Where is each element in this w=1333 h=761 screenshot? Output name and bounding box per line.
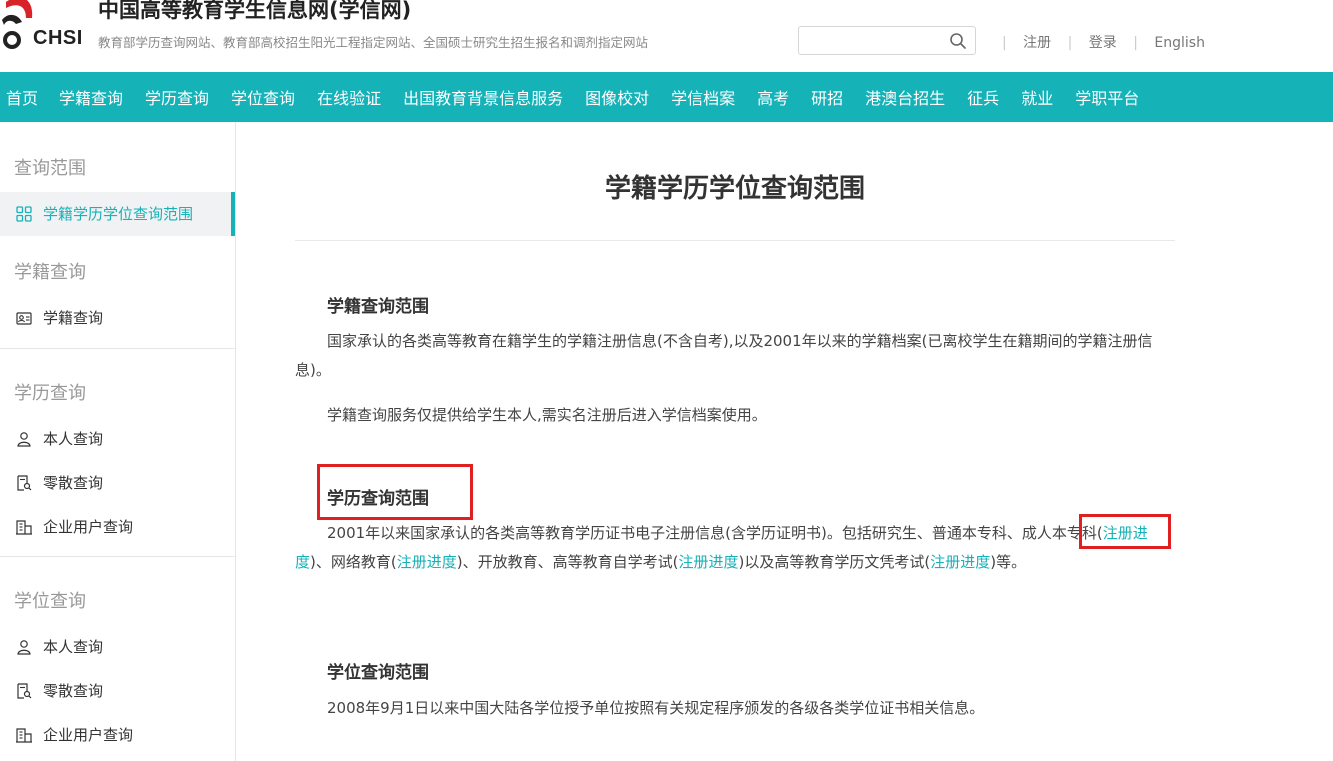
sidebar-group-scope: 查询范围 学籍学历学位查询范围 (0, 122, 235, 236)
paragraph-text: 2001年以来国家承认的各类高等教育学历证书电子注册信息(含学历证明书)。包括研… (327, 524, 1022, 542)
sidebar: 查询范围 学籍学历学位查询范围 学籍查询 学籍查询 学历查询 本人查询 零散查询… (0, 122, 236, 761)
registration-progress-link[interactable]: 注册进度 (397, 553, 457, 571)
logo-text: CHSI (33, 27, 83, 49)
section-title: 学位查询范围 (327, 663, 429, 683)
page-title: 学籍学历学位查询范围 (604, 174, 865, 204)
nav-item-student-status[interactable]: 学籍查询 (59, 85, 123, 109)
grid-icon (16, 206, 32, 222)
nav-item-archive[interactable]: 学信档案 (671, 85, 735, 109)
sidebar-item-scattered-query[interactable]: 零散查询 (0, 669, 235, 713)
divider: | (1067, 35, 1073, 51)
section-degree-cert: 2001年以来国家承认的各类高等教育学历证书电子注册信息(含学历证明书)。包括研… (295, 519, 1175, 577)
section-student-status: 国家承认的各类高等教育在籍学生的学籍注册信息(不含自考),以及2001年以来的学… (295, 327, 1175, 430)
site-header: CHSI 中国高等教育学生信息网(学信网) 教育部学历查询网站、教育部高校招生阳… (0, 0, 1333, 72)
registration-progress-link[interactable]: 注册进度 (930, 553, 990, 571)
paragraph: 学籍查询服务仅提供给学生本人,需实名注册后进入学信档案使用。 (327, 406, 767, 424)
nav-item-overseas-service[interactable]: 出国教育背景信息服务 (403, 85, 563, 109)
search-input[interactable] (805, 28, 949, 55)
sidebar-group-degree-cert: 学历查询 本人查询 零散查询 企业用户查询 (0, 349, 235, 557)
nav-item-image-check[interactable]: 图像校对 (585, 85, 649, 109)
nav-item-online-verification[interactable]: 在线验证 (317, 85, 381, 109)
nav-item-conscription[interactable]: 征兵 (967, 85, 999, 109)
nav-item-home[interactable]: 首页 (6, 85, 38, 109)
section-title: 学籍查询范围 (327, 297, 429, 317)
building-icon (16, 728, 32, 743)
main-nav: 首页 学籍查询 学历查询 学位查询 在线验证 出国教育背景信息服务 图像校对 学… (0, 72, 1333, 122)
search-icon[interactable] (949, 32, 967, 50)
nav-item-career-platform[interactable]: 学职平台 (1075, 85, 1139, 109)
paragraph-text: )、开放教育、高等教育自学考试( (456, 553, 679, 571)
site-subtitle: 教育部学历查询网站、教育部高校招生阳光工程指定网站、全国硕士研究生招生报名和调剂… (98, 35, 649, 50)
user-icon (17, 640, 31, 655)
nav-item-yanzhao[interactable]: 研招 (811, 85, 843, 109)
building-icon (16, 520, 32, 535)
sidebar-item-label: 学籍查询 (43, 309, 104, 327)
divider (295, 240, 1175, 241)
paragraph-text: )等。 (990, 553, 1027, 571)
sidebar-group-academic-degree: 学位查询 本人查询 零散查询 企业用户查询 (0, 557, 235, 757)
paragraph: 2001年以来国家承认的各类高等教育学历证书电子注册信息(含学历证明书)。包括研… (295, 519, 1175, 577)
sidebar-item-self-query[interactable]: 本人查询 (0, 625, 235, 669)
sidebar-group-title: 学籍查询 (14, 262, 86, 283)
document-search-icon (17, 683, 32, 699)
login-link[interactable]: 登录 (1089, 35, 1117, 51)
user-icon (17, 432, 31, 447)
sidebar-item-enterprise-query[interactable]: 企业用户查询 (0, 713, 235, 757)
sidebar-item-label: 零散查询 (43, 474, 104, 492)
site-title: 中国高等教育学生信息网(学信网) (98, 0, 412, 22)
top-links: | 注册 | 登录 | English (990, 32, 1205, 52)
sidebar-item-label: 学籍学历学位查询范围 (43, 205, 194, 223)
section-title: 学历查询范围 (327, 489, 429, 509)
paragraph: 国家承认的各类高等教育在籍学生的学籍注册信息(不含自考),以及2001年以来的学… (295, 332, 1153, 379)
nav-item-gaokao[interactable]: 高考 (757, 85, 789, 109)
divider: | (1002, 35, 1007, 51)
nav-item-academic-degree[interactable]: 学位查询 (231, 85, 295, 109)
sidebar-item-label: 企业用户查询 (43, 726, 134, 744)
section-title-degree-cert: 学历查询范围 (327, 484, 429, 509)
section-title-academic-degree: 学位查询范围 (327, 658, 429, 683)
sidebar-item-label: 企业用户查询 (43, 518, 134, 536)
highlight-box (1079, 514, 1171, 549)
registration-progress-link[interactable]: 注册进度 (678, 553, 738, 571)
sidebar-group-title: 学历查询 (14, 383, 86, 404)
divider: | (1133, 35, 1138, 51)
sidebar-group-student-status: 学籍查询 学籍查询 (0, 228, 235, 349)
section-academic-degree: 2008年9月1日以来中国大陆各学位授予单位按照有关规定程序颁发的各级各类学位证… (295, 694, 1175, 723)
nav-item-degree-certificate[interactable]: 学历查询 (145, 85, 209, 109)
sidebar-item-scattered-query[interactable]: 零散查询 (0, 461, 235, 505)
english-link[interactable]: English (1154, 35, 1205, 51)
section-title-student-status: 学籍查询范围 (327, 292, 429, 317)
sidebar-item-label: 本人查询 (43, 638, 104, 656)
sidebar-group-title: 查询范围 (14, 158, 86, 179)
sidebar-item-query-scope[interactable]: 学籍学历学位查询范围 (0, 192, 235, 236)
sidebar-item-label: 本人查询 (43, 430, 104, 448)
sidebar-item-self-query[interactable]: 本人查询 (0, 417, 235, 461)
search-box (798, 26, 976, 55)
document-search-icon (17, 475, 32, 491)
nav-item-employment[interactable]: 就业 (1021, 85, 1053, 109)
paragraph: 2008年9月1日以来中国大陆各学位授予单位按照有关规定程序颁发的各级各类学位证… (327, 699, 985, 717)
paragraph-text: )、网络教育( (310, 553, 397, 571)
sidebar-item-enterprise-query[interactable]: 企业用户查询 (0, 505, 235, 549)
sidebar-item-label: 零散查询 (43, 682, 104, 700)
nav-item-hmt-admission[interactable]: 港澳台招生 (865, 85, 945, 109)
sidebar-item-student-status[interactable]: 学籍查询 (0, 296, 235, 340)
id-card-icon (16, 312, 32, 325)
register-link[interactable]: 注册 (1023, 35, 1051, 51)
paragraph-text: )以及高等教育学历文凭考试( (738, 553, 931, 571)
main-content: 学籍学历学位查询范围 学籍查询范围 国家承认的各类高等教育在籍学生的学籍注册信息… (295, 122, 1175, 717)
sidebar-group-title: 学位查询 (14, 591, 86, 612)
